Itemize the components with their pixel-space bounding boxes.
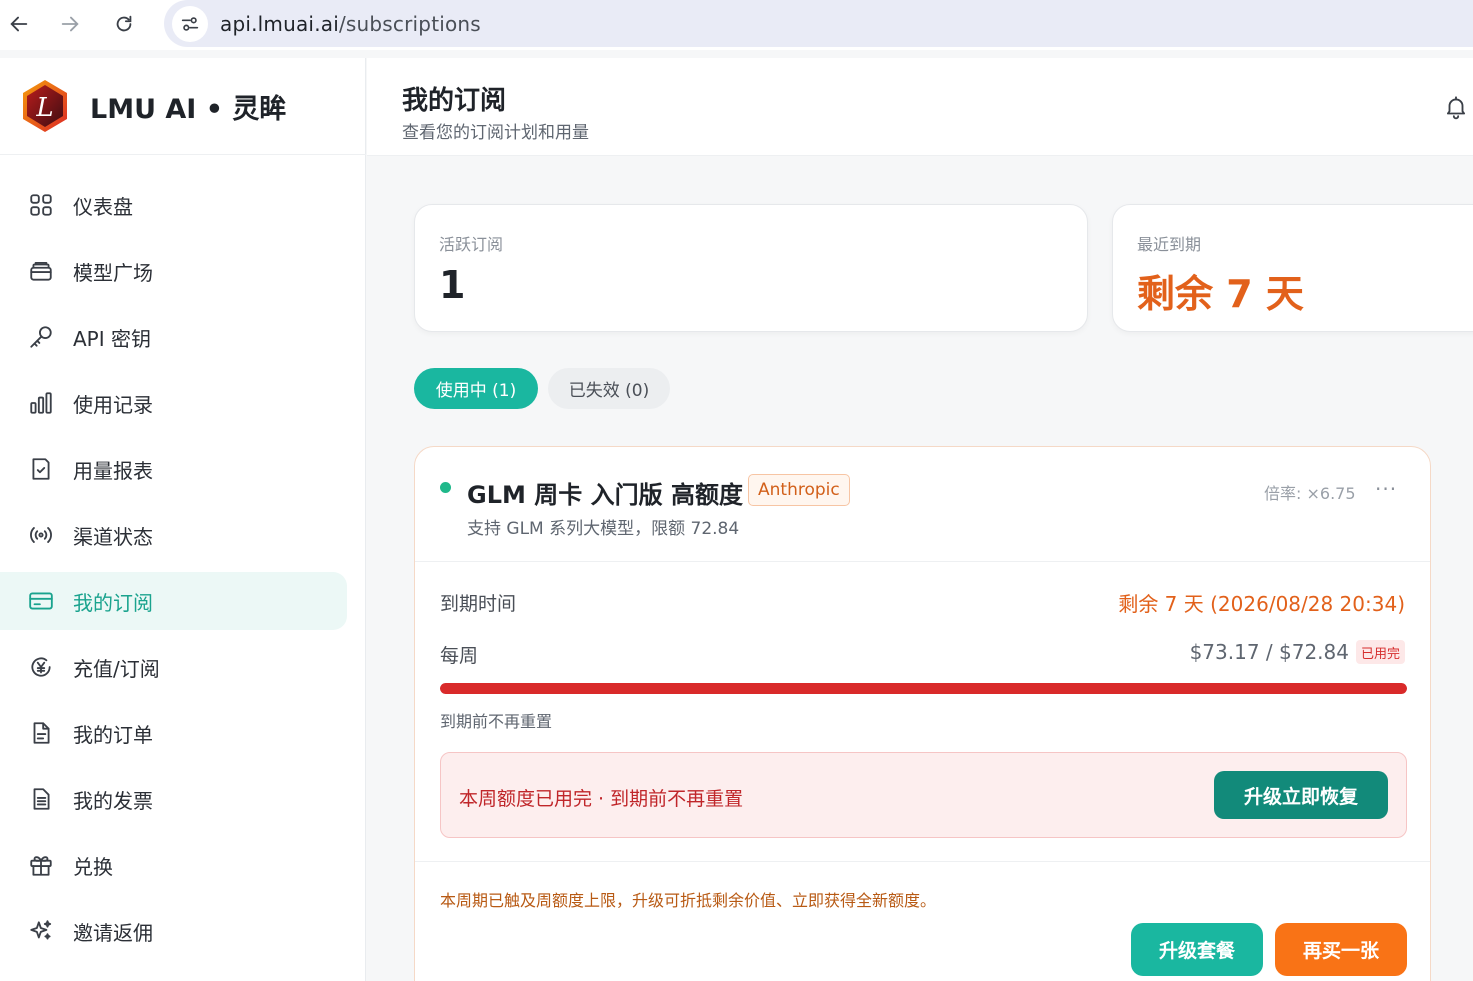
sidebar-item-label: API 密钥 [73, 326, 151, 351]
stat-label: 最近到期 [1137, 235, 1202, 254]
stat-card-nearest-expiry: 最近到期 剩余 7 天 [1112, 204, 1473, 332]
stat-value: 1 [439, 263, 466, 307]
clipboard-check-icon [27, 455, 55, 483]
dashboard-grid-icon [27, 191, 55, 219]
expire-value: 剩余 7 天 (2026/08/28 20:34) [1118, 592, 1405, 616]
sidebar-item-label: 我的订阅 [73, 590, 153, 615]
sidebar-item-label: 我的订单 [73, 722, 153, 747]
brand[interactable]: L LMU AI • 灵眸 [0, 58, 366, 155]
divider [415, 861, 1430, 862]
more-options-icon[interactable]: ··· [1375, 477, 1397, 501]
reload-icon[interactable] [107, 7, 141, 41]
status-dot [440, 482, 451, 493]
bar-chart-icon [27, 389, 55, 417]
usage-progress-bar [440, 683, 1407, 694]
tab-active[interactable]: 使用中 (1) [414, 368, 538, 409]
plan-description: 支持 GLM 系列大模型，限额 72.84 [467, 519, 740, 539]
usage-value-group: $73.17 / $72.84 已用完 [1190, 640, 1405, 664]
address-bar[interactable]: api.lmuai.ai/subscriptions [164, 0, 1473, 47]
upgrade-hint: 本周期已触及周额度上限，升级可折抵剩余价值、立即获得全新额度。 [440, 891, 937, 910]
bell-icon[interactable] [1443, 94, 1469, 120]
sidebar-item-channel-status[interactable]: 渠道状态 [0, 506, 347, 564]
brand-name: LMU AI • 灵眸 [90, 93, 287, 125]
browser-toolbar: api.lmuai.ai/subscriptions [0, 0, 1473, 50]
sidebar-item-my-subscriptions[interactable]: 我的订阅 [0, 572, 347, 630]
sidebar-item-my-invoices[interactable]: 我的发票 [0, 770, 347, 828]
sidebar-item-api-keys[interactable]: API 密钥 [0, 308, 347, 366]
sidebar-item-usage-report[interactable]: 用量报表 [0, 440, 347, 498]
quota-exhausted-alert: 本周额度已用完 · 到期前不再重置 升级立即恢复 [440, 752, 1407, 838]
back-icon[interactable] [2, 7, 36, 41]
subscription-header: GLM 周卡 入门版 高额度 Anthropic 支持 GLM 系列大模型，限额… [415, 447, 1430, 562]
sidebar-item-my-orders[interactable]: 我的订单 [0, 704, 347, 762]
usage-progress-fill [440, 683, 1407, 694]
svg-text:L: L [35, 93, 53, 123]
sidebar-item-label: 充值/订阅 [73, 656, 160, 681]
sidebar-item-label: 我的发票 [73, 788, 153, 813]
brand-logo-icon: L [23, 80, 67, 132]
invoice-icon [27, 785, 55, 813]
stat-value: 剩余 7 天 [1137, 272, 1304, 316]
tab-expired[interactable]: 已失效 (0) [548, 368, 670, 409]
used-up-badge: 已用完 [1355, 640, 1405, 664]
forward-icon[interactable] [53, 7, 87, 41]
url-text: api.lmuai.ai/subscriptions [220, 12, 481, 36]
page-subtitle: 查看您的订阅计划和用量 [402, 123, 589, 143]
sidebar-item-label: 渠道状态 [73, 524, 153, 549]
yen-circle-icon [27, 653, 55, 681]
sidebar: L LMU AI • 灵眸 仪表盘 模型广场 API 密钥 使用记录 用量报表 … [0, 58, 366, 981]
page-header: 我的订阅 查看您的订阅计划和用量 [367, 58, 1473, 156]
sidebar-item-models[interactable]: 模型广场 [0, 242, 347, 300]
page-title: 我的订阅 [402, 86, 507, 116]
sidebar-nav: 仪表盘 模型广场 API 密钥 使用记录 用量报表 渠道状态 我的订阅 充值/订… [0, 176, 366, 968]
model-stack-icon [27, 257, 55, 285]
sidebar-item-usage-logs[interactable]: 使用记录 [0, 374, 347, 432]
usage-period-label: 每周 [440, 645, 479, 667]
document-icon [27, 719, 55, 747]
sidebar-item-label: 仪表盘 [73, 194, 133, 219]
stat-card-active-subscriptions: 活跃订阅 1 [414, 204, 1088, 332]
usage-amount: $73.17 / $72.84 [1189, 640, 1349, 664]
upgrade-plan-button[interactable]: 升级套餐 [1131, 923, 1263, 976]
plan-name: GLM 周卡 入门版 高额度 [467, 481, 743, 509]
sidebar-item-referral[interactable]: 邀请返佣 [0, 902, 347, 960]
sidebar-item-label: 模型广场 [73, 260, 153, 285]
sparkles-icon [27, 917, 55, 945]
url-host: api.lmuai.ai [220, 11, 339, 36]
alert-text: 本周额度已用完 · 到期前不再重置 [459, 788, 744, 810]
buy-again-button[interactable]: 再买一张 [1275, 923, 1407, 976]
expire-label: 到期时间 [440, 593, 517, 615]
site-settings-icon[interactable] [172, 5, 208, 42]
key-icon [27, 323, 55, 351]
sidebar-item-redeem[interactable]: 兑换 [0, 836, 347, 894]
sidebar-item-label: 使用记录 [73, 392, 153, 417]
url-path: /subscriptions [338, 11, 481, 36]
sidebar-item-label: 兑换 [73, 854, 113, 879]
sidebar-item-label: 用量报表 [73, 458, 153, 483]
rate-multiplier: 倍率: ×6.75 [1264, 484, 1356, 503]
broadcast-icon [27, 521, 55, 549]
credit-card-icon [27, 587, 55, 615]
sidebar-item-dashboard[interactable]: 仪表盘 [0, 176, 347, 234]
subscription-card: GLM 周卡 入门版 高额度 Anthropic 支持 GLM 系列大模型，限额… [414, 446, 1431, 981]
upgrade-restore-button[interactable]: 升级立即恢复 [1214, 771, 1388, 819]
sidebar-item-recharge[interactable]: 充值/订阅 [0, 638, 347, 696]
gift-icon [27, 851, 55, 879]
reset-note: 到期前不再重置 [440, 712, 553, 731]
stat-label: 活跃订阅 [439, 235, 504, 254]
provider-badge: Anthropic [748, 474, 850, 506]
sidebar-item-label: 邀请返佣 [73, 920, 153, 945]
